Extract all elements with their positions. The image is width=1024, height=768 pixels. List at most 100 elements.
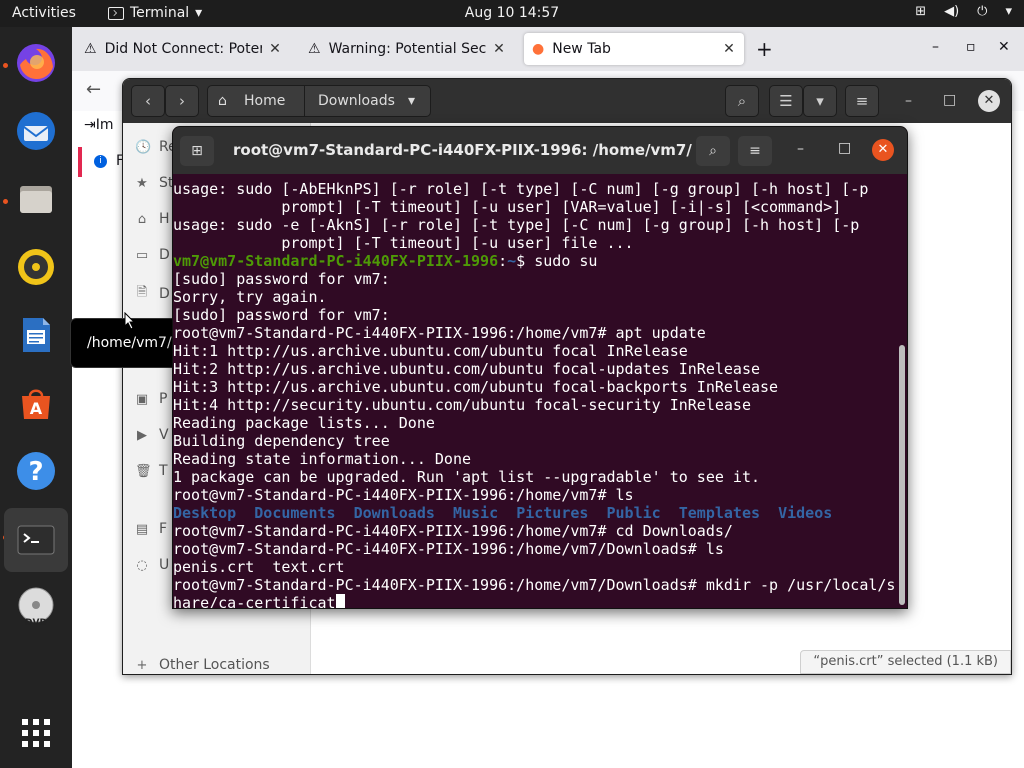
import-bookmarks-link[interactable]: ⇥Im — [84, 117, 114, 133]
terminal-line: Reading package lists... Done — [173, 414, 897, 432]
terminal-line: prompt] [-T timeout] [-u user] file ... — [173, 234, 897, 252]
terminal-text: Reading state information... Done — [173, 450, 472, 468]
sidebar-item-documents[interactable]: 🗎 D — [135, 283, 170, 305]
sidebar-item-pictures[interactable]: ▣ P — [135, 391, 168, 407]
dock-files[interactable] — [8, 171, 64, 227]
info-icon: i — [94, 155, 107, 168]
dock-writer[interactable] — [8, 307, 64, 363]
files-icon — [20, 186, 52, 213]
terminal-line: 1 package can be upgraded. Run 'apt list… — [173, 468, 897, 486]
terminal-line: Hit:1 http://us.archive.ubuntu.com/ubunt… — [173, 342, 897, 360]
list-view-button[interactable]: ☰ — [769, 85, 803, 117]
path-home[interactable]: Home — [244, 93, 285, 109]
path-downloads[interactable]: Downloads — [318, 93, 395, 109]
dock-firefox[interactable] — [8, 35, 64, 91]
files-menu-button[interactable]: ≡ — [845, 85, 879, 117]
back-button[interactable]: ← — [86, 79, 101, 100]
sidebar-item-trash[interactable]: 🗑 T — [135, 463, 168, 479]
dock-show-applications[interactable] — [8, 705, 64, 761]
new-tab-button[interactable]: ⊞ — [180, 136, 214, 166]
maximize-button[interactable]: ▫ — [966, 39, 976, 55]
files-back-button[interactable]: ‹ — [131, 85, 165, 117]
sidebar-item-floppy[interactable]: ▤ F — [135, 521, 167, 537]
terminal-line: Desktop Documents Downloads Music Pictur… — [173, 504, 897, 522]
terminal-text: hare/ca-certificat — [173, 594, 336, 608]
terminal-title: root@vm7-Standard-PC-i440FX-PIIX-1996: /… — [233, 141, 693, 159]
sidebar-item-label: D — [159, 286, 170, 302]
chevron-down-icon[interactable]: ▾ — [408, 93, 415, 109]
new-tab-icon: ⊞ — [191, 143, 203, 159]
close-icon[interactable]: ✕ — [492, 41, 506, 57]
terminal-scrollbar[interactable] — [899, 345, 905, 605]
files-maximize-button[interactable]: □ — [943, 92, 956, 108]
close-icon[interactable]: ✕ — [722, 41, 736, 57]
dock-thunderbird[interactable] — [8, 103, 64, 159]
terminal-text: Sorry, try again. — [173, 288, 327, 306]
dock-dvd[interactable]: DVD — [8, 579, 64, 635]
dock-help[interactable]: ? — [8, 443, 64, 499]
terminal-text: usage: sudo [-AbEHknPS] [-r role] [-t ty… — [173, 180, 869, 198]
files-close-button[interactable]: ✕ — [978, 90, 1000, 112]
dock-software[interactable]: A — [8, 375, 64, 431]
sidebar-item-home[interactable]: ⌂ H — [135, 211, 170, 227]
sidebar-item-other-locations[interactable]: + Other Locations — [135, 657, 270, 673]
sidebar-item-usb[interactable]: ◌ U — [135, 557, 169, 573]
firefox-tab-did-not-connect[interactable]: ⚠ Did Not Connect: Potenti ✕ — [76, 33, 290, 65]
terminal-line: prompt] [-T timeout] [-u user] [VAR=valu… — [173, 198, 897, 216]
files-forward-button[interactable]: › — [165, 85, 199, 117]
search-icon: ⌕ — [709, 143, 717, 159]
terminal-line: Building dependency tree — [173, 432, 897, 450]
terminal-text: root@vm7-Standard-PC-i440FX-PIIX-1996:/h… — [173, 486, 634, 504]
terminal-header-bar: ⊞ root@vm7-Standard-PC-i440FX-PIIX-1996:… — [173, 127, 907, 174]
ubuntu-software-icon: A — [22, 389, 50, 419]
firefox-icon — [17, 44, 55, 82]
import-icon: ⇥ — [84, 117, 96, 133]
view-options-button[interactable]: ▾ — [803, 85, 837, 117]
dock-terminal[interactable] — [4, 508, 68, 572]
files-header-bar: ‹ › ⌂ Home Downloads ▾ ⌕ ☰ ▾ ≡ – □ ✕ — [123, 79, 1011, 123]
app-menu-label: Terminal — [130, 5, 190, 21]
system-tray[interactable]: ⊞ ◀) ⏻ ▾ — [915, 4, 1012, 19]
sidebar-item-recent[interactable]: 🕓 Re — [135, 139, 177, 155]
terminal-text: Hit:1 http://us.archive.ubuntu.com/ubunt… — [173, 342, 688, 360]
sidebar-item-videos[interactable]: ▶ V — [135, 427, 169, 443]
terminal-search-button[interactable]: ⌕ — [696, 136, 730, 166]
activities-button[interactable]: Activities — [12, 5, 76, 21]
directory-entry: Desktop — [173, 504, 237, 522]
terminal-maximize-button[interactable]: □ — [838, 140, 851, 156]
app-menu[interactable]: Terminal ▾ — [108, 5, 202, 21]
svg-text:?: ? — [28, 457, 43, 487]
terminal-icon — [17, 525, 55, 555]
svg-text:DVD: DVD — [25, 618, 47, 628]
terminal-close-button[interactable]: ✕ — [872, 139, 894, 161]
terminal-line: Hit:3 http://us.archive.ubuntu.com/ubunt… — [173, 378, 897, 396]
hamburger-icon: ≡ — [855, 92, 869, 110]
prompt-path: ~ — [507, 252, 517, 270]
starred-icon: ★ — [136, 175, 148, 191]
close-button[interactable]: ✕ — [998, 39, 1010, 55]
search-button[interactable]: ⌕ — [725, 85, 759, 117]
sidebar-item-label: D — [159, 247, 170, 263]
terminal-text: [sudo] password for vm7: — [173, 306, 390, 324]
sidebar-item-desktop[interactable]: ▭ D — [135, 247, 170, 263]
dock-rhythmbox[interactable] — [8, 239, 64, 295]
firefox-tab-warning[interactable]: ⚠ Warning: Potential Secur ✕ — [300, 33, 514, 65]
minimize-button[interactable]: – — [932, 39, 939, 55]
sidebar-item-starred[interactable]: ★ St — [135, 175, 173, 191]
terminal-menu-button[interactable]: ≡ — [738, 136, 772, 166]
terminal-text: Hit:3 http://us.archive.ubuntu.com/ubunt… — [173, 378, 779, 396]
terminal-line: Reading state information... Done — [173, 450, 897, 468]
directory-entry: Videos — [778, 504, 833, 522]
rhythmbox-icon — [18, 249, 54, 285]
firefox-tab-new-tab[interactable]: ● New Tab ✕ — [524, 33, 744, 65]
terminal-line: usage: sudo -e [-AknS] [-r role] [-t typ… — [173, 216, 897, 234]
new-tab-button[interactable]: + — [756, 37, 773, 61]
close-icon[interactable]: ✕ — [268, 41, 282, 57]
terminal-output[interactable]: usage: sudo [-AbEHknPS] [-r role] [-t ty… — [173, 174, 897, 608]
terminal-text: Building dependency tree — [173, 432, 390, 450]
usb-icon: ◌ — [136, 557, 148, 573]
terminal-text: usage: sudo -e [-AknS] [-r role] [-t typ… — [173, 216, 860, 234]
terminal-minimize-button[interactable]: – — [797, 141, 804, 157]
files-minimize-button[interactable]: – — [905, 93, 912, 109]
other-locations-icon: + — [136, 657, 148, 673]
